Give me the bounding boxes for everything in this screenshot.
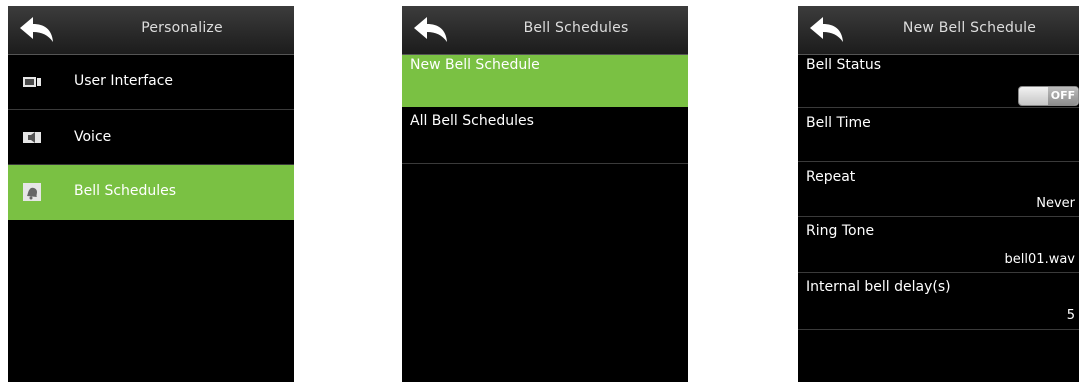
back-arrow-icon[interactable]	[808, 14, 846, 46]
setting-ring-tone[interactable]: Ring Tone bell01.wav	[798, 217, 1079, 273]
page-title: New Bell Schedule	[902, 20, 1037, 36]
setting-label: Internal bell delay(s)	[806, 279, 951, 295]
bell-icon	[23, 183, 41, 201]
back-arrow-icon[interactable]	[412, 14, 450, 46]
menu-item-label: Voice	[74, 129, 112, 145]
menu-item-user-interface[interactable]: User Interface	[8, 55, 294, 110]
setting-label: Ring Tone	[806, 223, 875, 239]
menu-item-label: User Interface	[74, 73, 174, 89]
setting-bell-time[interactable]: Bell Time	[798, 108, 1079, 162]
menu-item-label: All Bell Schedules	[410, 113, 534, 129]
personalize-screen: Personalize User Interface Voice Bell Sc…	[8, 6, 294, 382]
bell-schedules-screen: Bell Schedules New Bell Schedule All Bel…	[402, 6, 688, 382]
menu-item-bell-schedules[interactable]: Bell Schedules	[8, 165, 294, 220]
header: New Bell Schedule	[798, 6, 1079, 55]
header: Personalize	[8, 6, 294, 55]
menu-item-all-bell-schedules[interactable]: All Bell Schedules	[402, 107, 688, 164]
setting-label: Bell Status	[806, 57, 882, 73]
setting-repeat[interactable]: Repeat Never	[798, 162, 1079, 217]
setting-bell-status[interactable]: Bell Status OFF	[798, 55, 1079, 108]
setting-value: bell01.wav	[1004, 252, 1075, 267]
toggle-state: OFF	[1048, 87, 1078, 105]
menu-item-label: Bell Schedules	[74, 183, 177, 199]
setting-internal-bell-delay[interactable]: Internal bell delay(s) 5	[798, 273, 1079, 330]
speaker-icon	[23, 132, 41, 143]
monitor-icon	[23, 77, 41, 87]
page-title: Bell Schedules	[523, 20, 629, 36]
setting-value: 5	[1066, 308, 1075, 323]
bell-status-toggle[interactable]: OFF	[1018, 86, 1079, 106]
setting-label: Repeat	[806, 169, 856, 185]
new-bell-schedule-screen: New Bell Schedule Bell Status OFF Bell T…	[798, 6, 1079, 382]
menu-item-new-bell-schedule[interactable]: New Bell Schedule	[402, 55, 688, 107]
menu-item-voice[interactable]: Voice	[8, 110, 294, 165]
header: Bell Schedules	[402, 6, 688, 55]
menu-item-label: New Bell Schedule	[410, 57, 540, 73]
setting-value: Never	[1036, 196, 1075, 211]
setting-label: Bell Time	[806, 115, 871, 131]
back-arrow-icon[interactable]	[18, 14, 56, 46]
page-title: Personalize	[141, 20, 223, 36]
